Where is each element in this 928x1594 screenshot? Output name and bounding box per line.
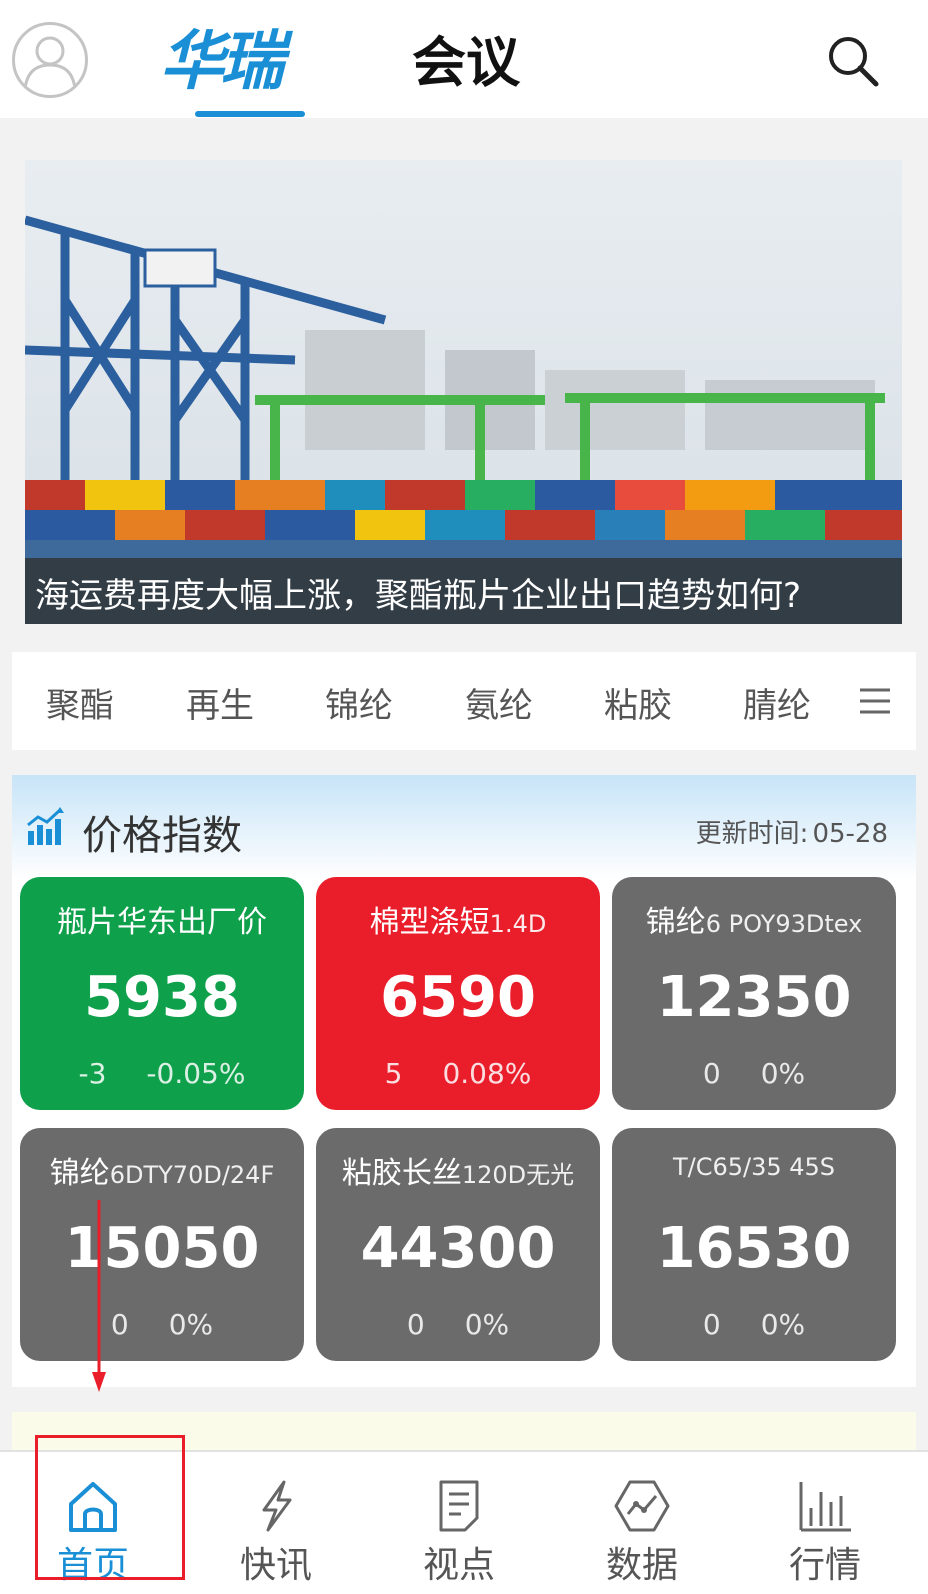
card-name-sub: 1.4D: [489, 910, 547, 938]
price-index-title: 价格指数: [82, 813, 242, 859]
card-change-abs: 0: [702, 1057, 721, 1090]
card-name-main: 粘胶长丝: [341, 1156, 462, 1191]
card-change: 0 0%: [612, 1308, 896, 1341]
card-value: 16530: [656, 1216, 852, 1281]
price-card[interactable]: 棉型涤短1.4D 6590 5 0.08%: [316, 877, 600, 1110]
banner-caption: 海运费再度大幅上涨，聚酯瓶片企业出口趋势如何?: [25, 558, 902, 624]
card-name-sub: 6DTY70D/24F: [109, 1161, 275, 1189]
nav-market[interactable]: 行情: [732, 1452, 918, 1594]
card-name: T/C65/35 45S: [612, 1148, 896, 1183]
card-change: -3 -0.05%: [20, 1057, 304, 1090]
price-card[interactable]: 粘胶长丝120D无光 44300 0 0%: [316, 1128, 600, 1361]
card-change-abs: 5: [384, 1057, 403, 1090]
card-name: 锦纶6 POY93Dtex: [612, 897, 896, 941]
user-avatar-icon[interactable]: [12, 22, 88, 98]
card-change: 0 0%: [316, 1308, 600, 1341]
category-viscose[interactable]: 粘胶: [604, 678, 672, 727]
nav-label-flash: 快讯: [239, 1545, 312, 1586]
banner-caption-text: 海运费再度大幅上涨，聚酯瓶片企业出口趋势如何?: [35, 576, 802, 616]
card-value: 5938: [84, 965, 240, 1030]
card-change-pct: 0%: [464, 1308, 510, 1341]
card-change-pct: -0.05%: [146, 1057, 246, 1090]
nav-flash[interactable]: 快讯: [183, 1452, 369, 1594]
price-card[interactable]: T/C65/35 45S 16530 0 0%: [612, 1128, 896, 1361]
chart-trend-icon: [27, 807, 64, 845]
data-chart-icon: [614, 1480, 670, 1532]
annotation-highlight-box: [35, 1435, 185, 1580]
card-change-pct: 0%: [760, 1308, 806, 1341]
update-time: 更新时间: 05-28: [696, 813, 888, 850]
update-time-label: 更新时间:: [695, 819, 809, 849]
price-card[interactable]: 锦纶6DTY70D/24F 15050 0 0%: [20, 1128, 304, 1361]
card-name-sub: 6 POY93Dtex: [705, 910, 863, 938]
update-time-value: 05-28: [812, 819, 888, 849]
category-spandex[interactable]: 氨纶: [465, 678, 533, 727]
card-value: 6590: [380, 965, 536, 1030]
card-change: 5 0.08%: [316, 1057, 600, 1090]
tab-meeting[interactable]: 会议: [412, 30, 520, 94]
card-change: 0 0%: [612, 1057, 896, 1090]
category-nylon[interactable]: 锦纶: [325, 678, 393, 727]
nav-label-viewpoint: 视点: [422, 1545, 495, 1586]
card-name-main: 锦纶: [49, 1156, 110, 1191]
card-change-abs: 0: [406, 1308, 425, 1341]
card-value: 44300: [360, 1216, 556, 1281]
nav-label-data: 数据: [605, 1545, 678, 1586]
category-acrylic[interactable]: 腈纶: [743, 678, 811, 727]
card-name: 棉型涤短1.4D: [316, 897, 600, 941]
card-change-abs: 0: [110, 1308, 129, 1341]
card-name-main: 棉型涤短: [369, 905, 490, 940]
card-name: 锦纶6DTY70D/24F: [20, 1148, 304, 1192]
price-index-section: 价格指数 更新时间: 05-28 瓶片华东出厂价 5938 -3 -0.05% 棉型…: [12, 775, 916, 1387]
category-recycled[interactable]: 再生: [186, 678, 254, 727]
card-name-sub: 120D无光: [461, 1161, 575, 1189]
brand-logo-tab[interactable]: 华瑞: [160, 22, 340, 102]
nav-label-market: 行情: [788, 1545, 861, 1586]
card-name-sub: T/C65/35 45S: [672, 1153, 836, 1181]
lightning-icon: [262, 1480, 292, 1532]
category-bar: 聚酯 再生 锦纶 氨纶 粘胶 腈纶: [12, 652, 916, 750]
banner-carousel[interactable]: 海运费再度大幅上涨，聚酯瓶片企业出口趋势如何?: [25, 160, 902, 624]
price-card[interactable]: 锦纶6 POY93Dtex 12350 0 0%: [612, 877, 896, 1110]
active-tab-indicator: [195, 111, 305, 117]
card-name: 瓶片华东出厂价: [20, 897, 304, 941]
brand-logo-text: 华瑞: [160, 25, 284, 99]
price-index-header: 价格指数 更新时间: 05-28: [12, 775, 916, 880]
banner-image: [25, 160, 902, 624]
nav-viewpoint[interactable]: 视点: [366, 1452, 552, 1594]
bar-chart-icon: [799, 1482, 851, 1532]
card-change-abs: -3: [78, 1057, 107, 1090]
card-change-pct: 0%: [760, 1057, 806, 1090]
document-icon: [439, 1480, 479, 1532]
top-header: 华瑞 会议: [0, 0, 928, 118]
card-change-pct: 0.08%: [442, 1057, 532, 1090]
card-change-pct: 0%: [168, 1308, 214, 1341]
card-name-main: 瓶片华东出厂价: [57, 905, 267, 940]
menu-icon[interactable]: [858, 684, 892, 718]
search-icon[interactable]: [826, 34, 882, 90]
card-value: 15050: [64, 1216, 260, 1281]
annotation-arrow-icon: [92, 1200, 106, 1392]
card-change-abs: 0: [702, 1308, 721, 1341]
card-change: 0 0%: [20, 1308, 304, 1341]
nav-data[interactable]: 数据: [549, 1452, 735, 1594]
card-name-main: 锦纶: [645, 905, 706, 940]
price-card[interactable]: 瓶片华东出厂价 5938 -3 -0.05%: [20, 877, 304, 1110]
category-polyester[interactable]: 聚酯: [46, 678, 114, 727]
card-name: 粘胶长丝120D无光: [316, 1148, 600, 1192]
card-value: 12350: [656, 965, 852, 1030]
